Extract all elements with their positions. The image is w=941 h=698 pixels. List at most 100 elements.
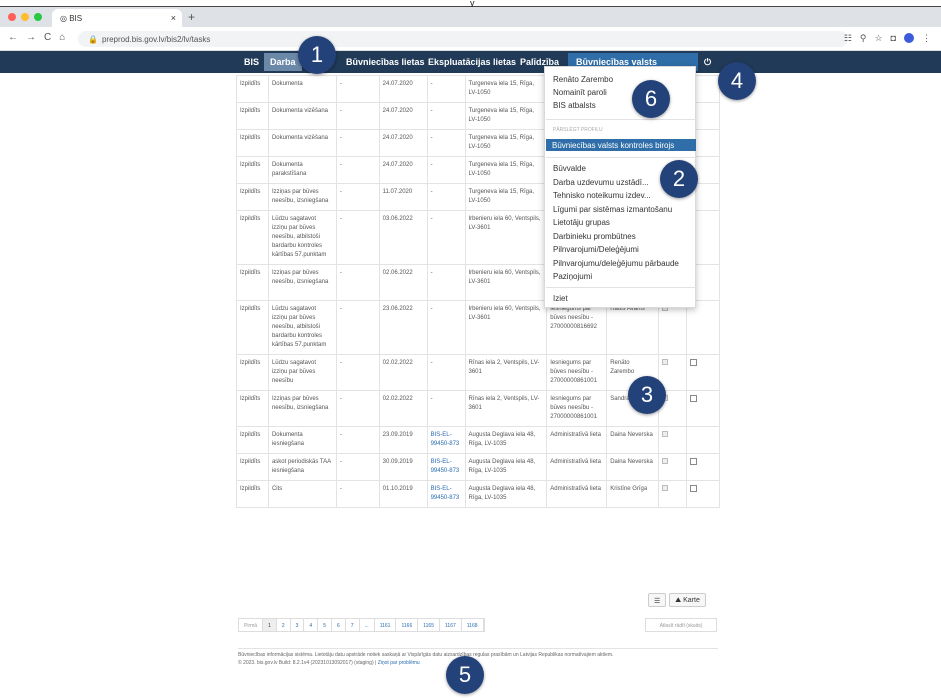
extensions-icon[interactable]: ◘ (891, 33, 896, 44)
row-empty-cell: - (335, 102, 380, 130)
row-checkbox[interactable] (662, 431, 669, 437)
row-checkbox-cell (658, 426, 688, 454)
row-task-name: Cits (267, 480, 337, 508)
menu-profile-item[interactable]: Pilnvarojumi/Deleģējumi (553, 245, 639, 254)
forward-icon[interactable]: → (26, 32, 36, 43)
home-icon[interactable]: ⌂ (59, 32, 65, 43)
row-empty-cell: - (335, 390, 380, 427)
nav-darba[interactable]: Darba (264, 53, 302, 71)
translate-icon[interactable]: ☷ (844, 33, 852, 44)
pager-page[interactable]: 1168 (462, 619, 484, 631)
row-status: Izpildīts (236, 453, 269, 481)
row-case-number[interactable]: BIS-EL-99450-873 (426, 480, 466, 508)
pager-page[interactable]: 2 (277, 619, 291, 631)
zoom-icon[interactable]: ⚲ (860, 33, 867, 44)
menu-section-label: PĀRSLĒGT PROFILU (553, 127, 603, 133)
row-empty-cell: - (335, 480, 380, 508)
menu-active-profile[interactable]: Būvniecības valsts kontroles birojs (546, 139, 696, 151)
close-window-icon[interactable] (8, 13, 16, 21)
menu-profile-item[interactable]: Paziņojumi (553, 272, 592, 281)
reload-icon[interactable]: C (44, 32, 51, 43)
row-address: Augusta Deglava iela 48, Rīga, LV-1035 (464, 426, 548, 454)
menu-profile-item[interactable]: Tehnisko noteikumu izdev... (553, 191, 651, 200)
nav-bis[interactable]: BIS (244, 57, 259, 67)
row-case-number[interactable]: BIS-EL-99450-873 (426, 453, 466, 481)
callout-badge-5: 5 (446, 656, 484, 694)
row-task-name: Lūdzu sagatavot izziņu par būves neesību (267, 354, 337, 391)
tab-close-icon[interactable]: × (171, 13, 176, 23)
maximize-window-icon[interactable] (34, 13, 42, 21)
pager-page[interactable]: 6 (332, 619, 346, 631)
row-date: 24.07.2020 (378, 156, 428, 184)
row-date: 11.07.2020 (378, 183, 428, 211)
row-date: 02.02.2022 (378, 354, 428, 391)
menu-profile-item[interactable]: Lietotāju grupas (553, 218, 610, 227)
bookmark-star-icon[interactable]: ☆ (874, 33, 882, 44)
page-size-select[interactable]: Atlasīt rādīt (skaits) (645, 618, 717, 632)
pager-page[interactable]: 1 (263, 619, 277, 631)
report-problem-link[interactable]: Ziņot par problēmu (378, 660, 420, 666)
row-status: Izpildīts (236, 264, 269, 301)
list-view-button[interactable]: ☰ (648, 593, 667, 607)
minimize-window-icon[interactable] (21, 13, 29, 21)
row-task-name: askot periodiskās TAA iesniegšana (267, 453, 337, 481)
row-action-cell (686, 390, 720, 427)
pager-page[interactable]: 1161 (375, 619, 397, 631)
url-field[interactable]: 🔒 preprod.bis.gov.lv/bis2/lv/tasks (78, 31, 848, 47)
browser-menu-icon[interactable]: ⋮ (922, 33, 931, 44)
row-empty-cell: - (335, 300, 380, 355)
menu-user-name[interactable]: Renāto Zarembo (553, 75, 613, 84)
row-request: Administratīvā lieta (546, 426, 608, 454)
row-status: Izpildīts (236, 354, 269, 391)
comment-icon[interactable] (690, 458, 698, 465)
comment-icon[interactable] (690, 395, 698, 402)
row-task-name: Dokumenta iesniegšana (267, 426, 337, 454)
menu-profile-item[interactable]: Darba uzdevumu uzstādī... (553, 178, 649, 187)
browser-tab[interactable]: ◎ BIS × (52, 9, 182, 27)
menu-profile-item[interactable]: Būvvalde (553, 164, 586, 173)
table-row[interactable]: Izpildīts Lūdzu sagatavot izziņu par būve… (236, 300, 720, 355)
row-case-number: - (426, 75, 466, 103)
row-case-number[interactable]: BIS-EL-99450-873 (426, 426, 466, 454)
new-tab-button[interactable]: + (188, 10, 195, 24)
profile-avatar[interactable] (904, 33, 914, 43)
menu-change-password[interactable]: Nomainīt paroli (553, 88, 607, 97)
pager-page[interactable]: 1166 (396, 619, 419, 631)
pager-page[interactable]: 7 (346, 619, 360, 631)
row-address: Turgeneva iela 15, Rīga, LV-1050 (464, 75, 548, 103)
nav-buvniecibas-lietas[interactable]: Būvniecības lietas (346, 57, 425, 67)
table-row[interactable]: Izpildīts Cits -01.10.2019 BIS-EL-99450-873… (236, 480, 720, 508)
comment-icon[interactable] (690, 359, 698, 366)
row-checkbox[interactable] (662, 458, 669, 464)
row-date: 24.07.2020 (378, 102, 428, 130)
back-icon[interactable]: ← (8, 32, 18, 43)
pager-first[interactable]: Pirmā (239, 619, 264, 631)
logout-power-icon[interactable]: ⏻ (704, 57, 711, 68)
table-row[interactable]: Izpildīts askot periodiskās TAA iesniegša… (236, 453, 720, 481)
map-button[interactable]: ⛰ Karte (669, 593, 706, 607)
menu-bis-support[interactable]: BIS atbalsts (553, 101, 596, 110)
row-person: Daina Neverska (606, 426, 660, 454)
pager-page[interactable]: 1167 (440, 619, 462, 631)
comment-icon[interactable] (690, 485, 698, 492)
menu-profile-item[interactable]: Līgumi par sistēmas izmantošanu (553, 205, 672, 214)
pager-page[interactable]: 1165 (418, 619, 440, 631)
pager-page[interactable]: 3 (291, 619, 305, 631)
row-checkbox[interactable] (662, 485, 669, 491)
pager-page[interactable]: 5 (318, 619, 332, 631)
row-request: Administratīvā lieta (546, 480, 608, 508)
pager-page[interactable]: 4 (304, 619, 319, 631)
map-controls: ☰ ⛰ Karte (648, 593, 706, 607)
nav-ekspluatacijas-lietas[interactable]: Ekspluatācijas lietas (428, 57, 516, 67)
table-row[interactable]: Izpildīts Dokumenta iesniegšana -23.09.201… (236, 426, 720, 454)
row-case-number: - (426, 210, 466, 265)
menu-profile-item[interactable]: Pilnvarojumu/deleģējumu pārbaude (553, 259, 679, 268)
menu-logout[interactable]: Iziet (553, 294, 568, 303)
row-empty-cell: - (335, 156, 380, 184)
row-task-name: Izziņas par būves neesību, izsniegšana (267, 264, 337, 301)
row-task-name: Lūdzu sagatavot izziņu par būves neesību… (267, 300, 337, 355)
menu-profile-item[interactable]: Darbinieku prombūtnes (553, 232, 636, 241)
row-person: Rauls Avarlis (606, 300, 660, 355)
pager-ellipsis: ... (360, 619, 375, 631)
row-checkbox[interactable] (662, 359, 669, 365)
